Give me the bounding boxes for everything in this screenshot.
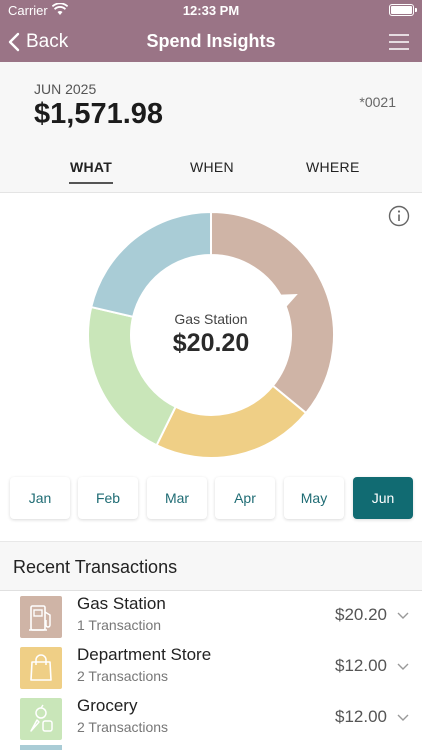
info-icon[interactable] <box>388 205 410 227</box>
transaction-name: Gas Station <box>77 594 166 613</box>
period-label: JUN 2025 <box>34 81 97 97</box>
transaction-count: 2 Transactions <box>77 668 169 684</box>
selected-category-value: $20.20 <box>172 329 250 357</box>
table-row[interactable]: Grocery 2 Transactions $12.00 <box>0 693 422 744</box>
account-summary: JUN 2025 $1,571.98 *0021 <box>0 62 422 148</box>
selected-category-label: Gas Station <box>174 311 248 327</box>
total-amount: $1,571.98 <box>34 98 164 130</box>
slice-department-store[interactable] <box>155 384 308 459</box>
month-selector: Jan Feb Mar Apr May Jun <box>0 465 422 541</box>
month-mar[interactable]: Mar <box>147 477 207 519</box>
transaction-count: 2 Transactions <box>77 719 169 735</box>
month-may[interactable]: May <box>284 477 344 519</box>
table-row[interactable]: Department Store 2 Transactions $12.00 <box>0 642 422 693</box>
transaction-amount: $12.00 <box>335 656 387 675</box>
battery-icon <box>389 4 417 16</box>
hamburger-menu-icon[interactable] <box>388 31 410 53</box>
chevron-down-icon[interactable] <box>396 661 410 671</box>
shopping-bag-icon <box>20 647 62 689</box>
tab-where[interactable]: WHERE <box>306 159 360 175</box>
table-row[interactable]: Gas Station 1 Transaction $20.20 <box>0 591 422 642</box>
page-title: Spend Insights <box>146 31 276 51</box>
status-bar: Carrier 12:33 PM <box>0 0 422 22</box>
gas-pump-icon <box>20 596 62 638</box>
month-apr[interactable]: Apr <box>215 477 275 519</box>
month-jun[interactable]: Jun <box>353 477 413 519</box>
insight-tabs: WHAT WHEN WHERE <box>0 148 422 193</box>
section-title: Recent Transactions <box>13 557 178 577</box>
spending-chart: Gas Station $20.20 <box>0 193 422 465</box>
slice-grocery[interactable] <box>87 305 177 447</box>
restaurant-icon <box>20 745 62 750</box>
account-number: *0021 <box>359 94 396 110</box>
transaction-count: 1 Transaction <box>77 617 162 633</box>
month-jan[interactable]: Jan <box>10 477 70 519</box>
tab-when[interactable]: WHEN <box>190 159 234 175</box>
transaction-list: Gas Station 1 Transaction $20.20 Departm… <box>0 591 422 744</box>
chevron-down-icon[interactable] <box>396 712 410 722</box>
chevron-down-icon[interactable] <box>396 610 410 620</box>
nav-bar: Back Spend Insights <box>0 22 422 62</box>
slice-restaurants[interactable] <box>90 210 212 319</box>
clock: 12:33 PM <box>182 3 240 18</box>
grocery-icon <box>20 698 62 740</box>
month-feb[interactable]: Feb <box>78 477 138 519</box>
recent-transactions-header: Recent Transactions <box>0 541 422 591</box>
transaction-amount: $20.20 <box>335 605 387 624</box>
tab-what[interactable]: WHAT <box>68 159 114 184</box>
transaction-name: Department Store <box>77 645 212 664</box>
transaction-amount: $12.00 <box>335 707 387 726</box>
transaction-name: Grocery <box>77 696 138 715</box>
